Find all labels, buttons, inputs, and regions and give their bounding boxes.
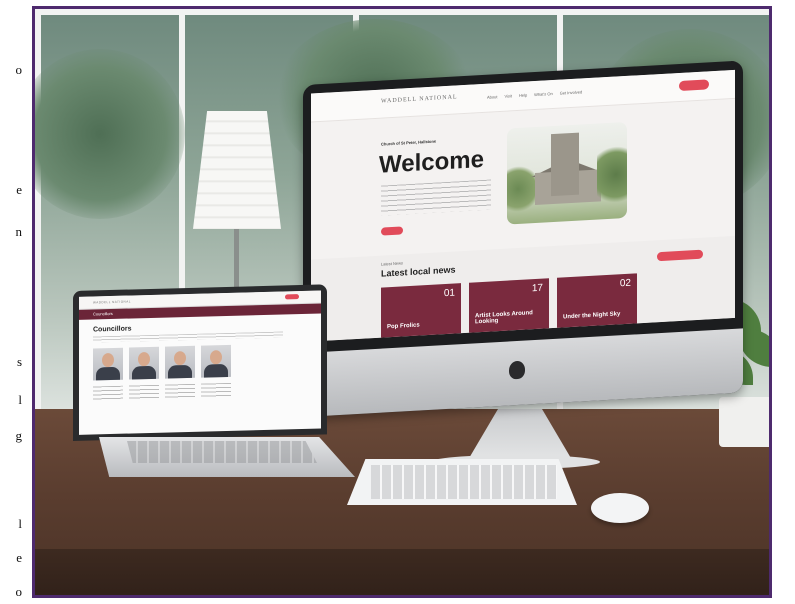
hero-title: Welcome	[379, 145, 484, 179]
nav-link[interactable]: Help	[519, 92, 527, 97]
edge-letter: o	[15, 62, 23, 77]
news-card-title: Under the Night Sky	[563, 311, 621, 321]
imac-monitor: WADDELL NATIONAL About Visit Help What's…	[303, 60, 743, 418]
news-section: Latest News Latest local news 01 Pop Fro…	[311, 235, 735, 342]
news-card[interactable]: 17 Artist Looks Around Looking	[469, 278, 549, 335]
news-card[interactable]: 01 Pop Frolics	[381, 283, 461, 340]
laptop-lid: WADDELL NATIONAL Councillors Councillors	[73, 284, 327, 441]
laptop-screen-website: WADDELL NATIONAL Councillors Councillors	[79, 290, 321, 435]
left-edge-text-fragments: o e n s l g l e o	[0, 0, 32, 604]
desk-front	[35, 549, 769, 595]
laptop-keyboard	[127, 441, 317, 463]
laptop-site-logo[interactable]: WADDELL NATIONAL	[93, 299, 131, 304]
nav-link[interactable]: Get Involved	[560, 89, 582, 95]
nav-link[interactable]: About	[487, 94, 497, 100]
news-view-all-button[interactable]	[657, 249, 703, 262]
nav-cta-button[interactable]	[679, 79, 709, 91]
edge-letter: e	[16, 550, 22, 565]
imac-screen-website: WADDELL NATIONAL About Visit Help What's…	[311, 69, 735, 342]
laptop-banner-label: Councillors	[93, 310, 113, 317]
hero-paragraph	[381, 179, 491, 216]
mouse	[591, 493, 649, 523]
news-title: Latest local news	[381, 264, 456, 279]
hero-kicker: Church of St Peter, Hallstone	[381, 138, 437, 147]
councillor-photo[interactable]	[93, 347, 123, 381]
church-image	[507, 121, 627, 225]
hero-button[interactable]	[381, 226, 403, 236]
news-card[interactable]: 02 Under the Night Sky	[557, 273, 637, 330]
news-card-date: 17	[531, 282, 543, 295]
edge-letter: l	[18, 392, 22, 407]
edge-letter: s	[16, 354, 22, 369]
councillor-photo[interactable]	[201, 344, 231, 378]
nav-link[interactable]: What's On	[534, 91, 553, 97]
edge-letter: n	[15, 224, 23, 239]
site-logo[interactable]: WADDELL NATIONAL	[381, 94, 458, 104]
nav-link[interactable]: Visit	[504, 93, 511, 98]
lamp-shade	[193, 111, 281, 229]
site-nav-links: About Visit Help What's On Get Involved	[487, 89, 582, 99]
edge-letter: g	[15, 428, 23, 443]
councillor-photos	[93, 344, 231, 381]
councillor-captions	[93, 382, 231, 401]
edge-letter: e	[16, 182, 22, 197]
apple-logo-icon	[509, 360, 525, 380]
councillor-photo[interactable]	[129, 346, 159, 380]
news-cards: 01 Pop Frolics 17 Artist Looks Around Lo…	[381, 273, 637, 340]
edge-letter: l	[18, 516, 22, 531]
edge-letter: o	[15, 584, 23, 599]
laptop-nav-cta-button[interactable]	[285, 294, 299, 300]
laptop-heading: Councillors	[93, 325, 132, 334]
news-card-title: Artist Looks Around Looking	[475, 309, 533, 326]
councillor-photo[interactable]	[165, 345, 195, 379]
external-keyboard	[347, 459, 577, 505]
laptop-intro-text	[93, 331, 283, 343]
news-kicker: Latest News	[381, 260, 404, 267]
news-card-date: 02	[619, 277, 631, 290]
device-mockup-photo: WADDELL NATIONAL About Visit Help What's…	[32, 6, 772, 598]
news-card-title: Pop Frolics	[387, 322, 420, 331]
news-card-date: 01	[443, 287, 455, 300]
hero-section: Church of St Peter, Hallstone Welcome	[311, 98, 735, 252]
